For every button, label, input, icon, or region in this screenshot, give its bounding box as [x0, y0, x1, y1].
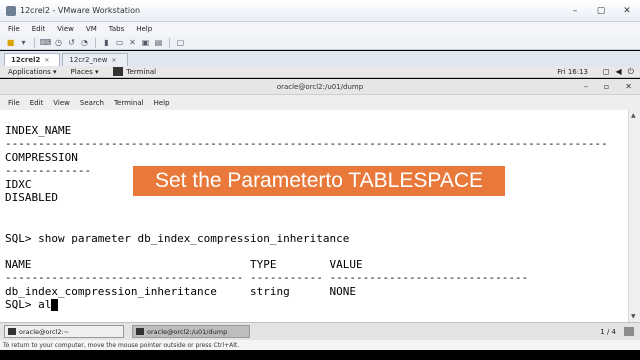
- maximize-icon[interactable]: ▫: [604, 82, 609, 91]
- fullscreen-icon[interactable]: ✕: [128, 38, 137, 47]
- places-menu[interactable]: Places ▾: [71, 68, 99, 76]
- term-menu-edit[interactable]: Edit: [30, 99, 44, 107]
- vmware-toolbar: ■ ▾ ⌨ ◷ ↺ ◔ ▮ ▭ ✕ ▣ ▤ ▢: [0, 36, 640, 50]
- text-cursor: [51, 299, 59, 311]
- terminal-menu-bar: File Edit View Search Terminal Help: [0, 95, 640, 110]
- vmware-title-bar: 12crel2 - VMware Workstation – ▢ ✕: [0, 0, 640, 22]
- terminal-icon: [8, 328, 16, 335]
- term-menu-file[interactable]: File: [8, 99, 20, 107]
- window-controls: – ▢ ✕: [562, 0, 640, 21]
- taskbar-item-home-terminal[interactable]: oracle@orcl2:~: [4, 325, 124, 338]
- terminal-line: db_index_compression_inheritance string …: [5, 285, 356, 298]
- library-icon[interactable]: ▮: [102, 38, 111, 47]
- close-icon[interactable]: ✕: [614, 0, 640, 21]
- terminal-line: -------------: [5, 164, 92, 177]
- terminal-line: COMPRESSION: [5, 151, 78, 164]
- minimize-icon[interactable]: –: [562, 0, 588, 21]
- prompt-text: SQL> al: [5, 298, 52, 311]
- window-title: 12crel2 - VMware Workstation: [20, 6, 141, 15]
- toolbar-divider: [95, 37, 96, 48]
- system-tray: ◻ ◀ ⏻: [603, 67, 634, 77]
- menu-vm[interactable]: VM: [86, 25, 97, 33]
- workspace-pager[interactable]: 1 / 4: [600, 328, 616, 336]
- terminal-line: INDEX_NAME: [5, 124, 72, 137]
- terminal-line: SQL> show parameter db_index_compression…: [5, 232, 350, 245]
- send-keys-icon[interactable]: ⌨: [40, 38, 52, 47]
- vm-tab-strip: 12crel2 ✕ 12cr2_new ✕: [0, 51, 640, 66]
- hint-text: To return to your computer, move the mou…: [3, 341, 240, 349]
- terminal-line: ----------------------------------------…: [5, 137, 608, 150]
- dropdown-arrow-icon[interactable]: ▾: [19, 38, 28, 47]
- revert-snapshot-icon[interactable]: ↺: [67, 38, 76, 47]
- taskbar-item-label: oracle@orcl2:~: [19, 327, 70, 336]
- accessibility-icon[interactable]: ◻: [603, 67, 610, 77]
- scroll-down-icon[interactable]: ▼: [631, 313, 636, 320]
- caption-text: Set the Parameterto TABLESPACE: [155, 169, 483, 192]
- menu-edit[interactable]: Edit: [32, 25, 46, 33]
- term-menu-terminal[interactable]: Terminal: [114, 99, 144, 107]
- volume-icon[interactable]: ◀: [616, 67, 622, 77]
- term-menu-help[interactable]: Help: [154, 99, 170, 107]
- close-tab-icon[interactable]: ✕: [44, 57, 49, 64]
- terminal-icon: [136, 328, 144, 335]
- console-view-icon[interactable]: ▤: [154, 38, 163, 47]
- vmware-status-hint: To return to your computer, move the mou…: [0, 340, 640, 350]
- close-icon[interactable]: ✕: [625, 82, 632, 91]
- taskbar-item-dump-terminal[interactable]: oracle@orcl2:/u01/dump: [132, 325, 250, 338]
- tab-label: 12cr2_new: [69, 56, 108, 64]
- toolbar-divider: [169, 37, 170, 48]
- tab-12crel2[interactable]: 12crel2 ✕: [4, 53, 61, 66]
- terminal-title: oracle@orcl2:/u01/dump: [276, 82, 364, 91]
- vmware-logo-icon: [6, 5, 16, 16]
- toolbar-divider: [34, 37, 35, 48]
- maximize-icon[interactable]: ▢: [588, 0, 614, 21]
- menu-help[interactable]: Help: [136, 25, 152, 33]
- menu-view[interactable]: View: [57, 25, 74, 33]
- close-tab-icon[interactable]: ✕: [111, 57, 116, 64]
- gnome-taskbar: oracle@orcl2:~ oracle@orcl2:/u01/dump 1 …: [0, 322, 640, 340]
- stretch-guest-icon[interactable]: ▢: [176, 38, 185, 47]
- caption-overlay: Set the Parameterto TABLESPACE: [133, 166, 505, 196]
- menu-tabs[interactable]: Tabs: [109, 25, 125, 33]
- terminal-scrollbar[interactable]: ▲ ▼: [628, 110, 640, 322]
- applications-menu[interactable]: Applications ▾: [8, 68, 57, 76]
- thumbnail-icon[interactable]: ▭: [115, 38, 124, 47]
- snapshot-manager-icon[interactable]: ◔: [80, 38, 89, 47]
- terminal-prompt-line[interactable]: SQL> al: [5, 298, 59, 311]
- scroll-up-icon[interactable]: ▲: [631, 112, 636, 119]
- power-menu-icon[interactable]: ⏻: [628, 67, 634, 77]
- gnome-top-panel: Applications ▾ Places ▾ Terminal Fri 16:…: [0, 66, 640, 78]
- clock[interactable]: Fri 16:13: [557, 68, 588, 76]
- terminal-line: NAME TYPE VALUE: [5, 258, 363, 271]
- terminal-line: IDXC: [5, 178, 32, 191]
- terminal-window-controls: – ▫ ✕: [584, 82, 632, 91]
- tab-12cr2-new[interactable]: 12cr2_new ✕: [62, 53, 128, 66]
- minimize-icon[interactable]: –: [584, 82, 588, 91]
- snapshot-icon[interactable]: ◷: [54, 38, 63, 47]
- term-menu-view[interactable]: View: [53, 99, 70, 107]
- power-icon[interactable]: ■: [6, 38, 15, 47]
- tab-label: 12crel2: [11, 56, 41, 64]
- terminal-app-label[interactable]: Terminal: [127, 68, 157, 76]
- term-menu-search[interactable]: Search: [80, 99, 104, 107]
- terminal-line: DISABLED: [5, 191, 58, 204]
- terminal-app-icon[interactable]: [112, 67, 123, 76]
- terminal-title-bar: oracle@orcl2:/u01/dump – ▫ ✕: [0, 79, 640, 95]
- menu-file[interactable]: File: [8, 25, 20, 33]
- workspace-switcher-icon[interactable]: [624, 327, 634, 336]
- vmware-menu-bar: File Edit View VM Tabs Help: [0, 22, 640, 36]
- taskbar-item-label: oracle@orcl2:/u01/dump: [147, 327, 228, 336]
- unity-icon[interactable]: ▣: [141, 38, 150, 47]
- terminal-line: ------------------------------------ ---…: [5, 271, 529, 284]
